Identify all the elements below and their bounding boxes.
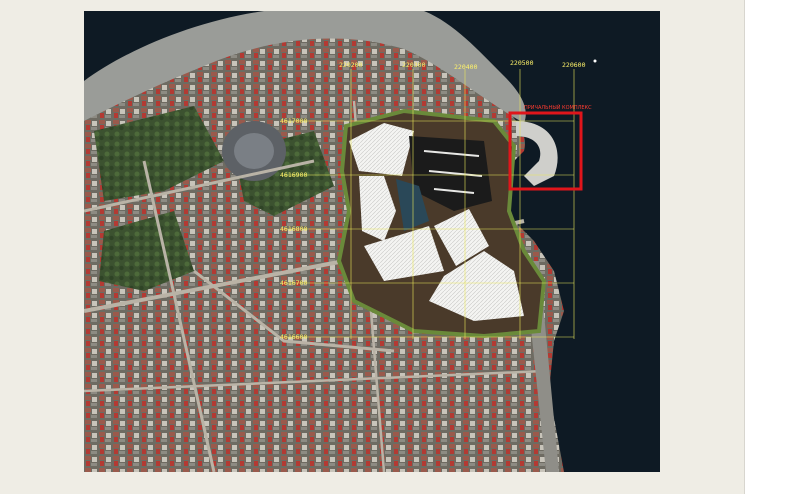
grid-x-label: 220500: [510, 59, 534, 67]
grid-x-label: 220300: [402, 61, 426, 69]
highlight-label: ПРИЧАЛЬНЫЙ КОМПЛЕКС: [524, 104, 592, 111]
stadium-roof: [234, 133, 274, 169]
grid-x-label: 220400: [454, 63, 478, 71]
satellite-map[interactable]: 220200 220300 220400 220500 220600 46170…: [84, 11, 660, 472]
grid-y-label: 4616900: [280, 171, 307, 179]
grid-y-label: 4616800: [280, 225, 307, 233]
grid-y-label: 4616600: [280, 333, 307, 341]
boat: [593, 59, 597, 63]
grid-y-label: 4616700: [280, 279, 307, 287]
grid-x-label: 220200: [339, 61, 363, 69]
side-panel: [744, 0, 800, 494]
grid-y-label: 4617000: [280, 117, 307, 125]
grid-x-label: 220600: [562, 61, 586, 69]
